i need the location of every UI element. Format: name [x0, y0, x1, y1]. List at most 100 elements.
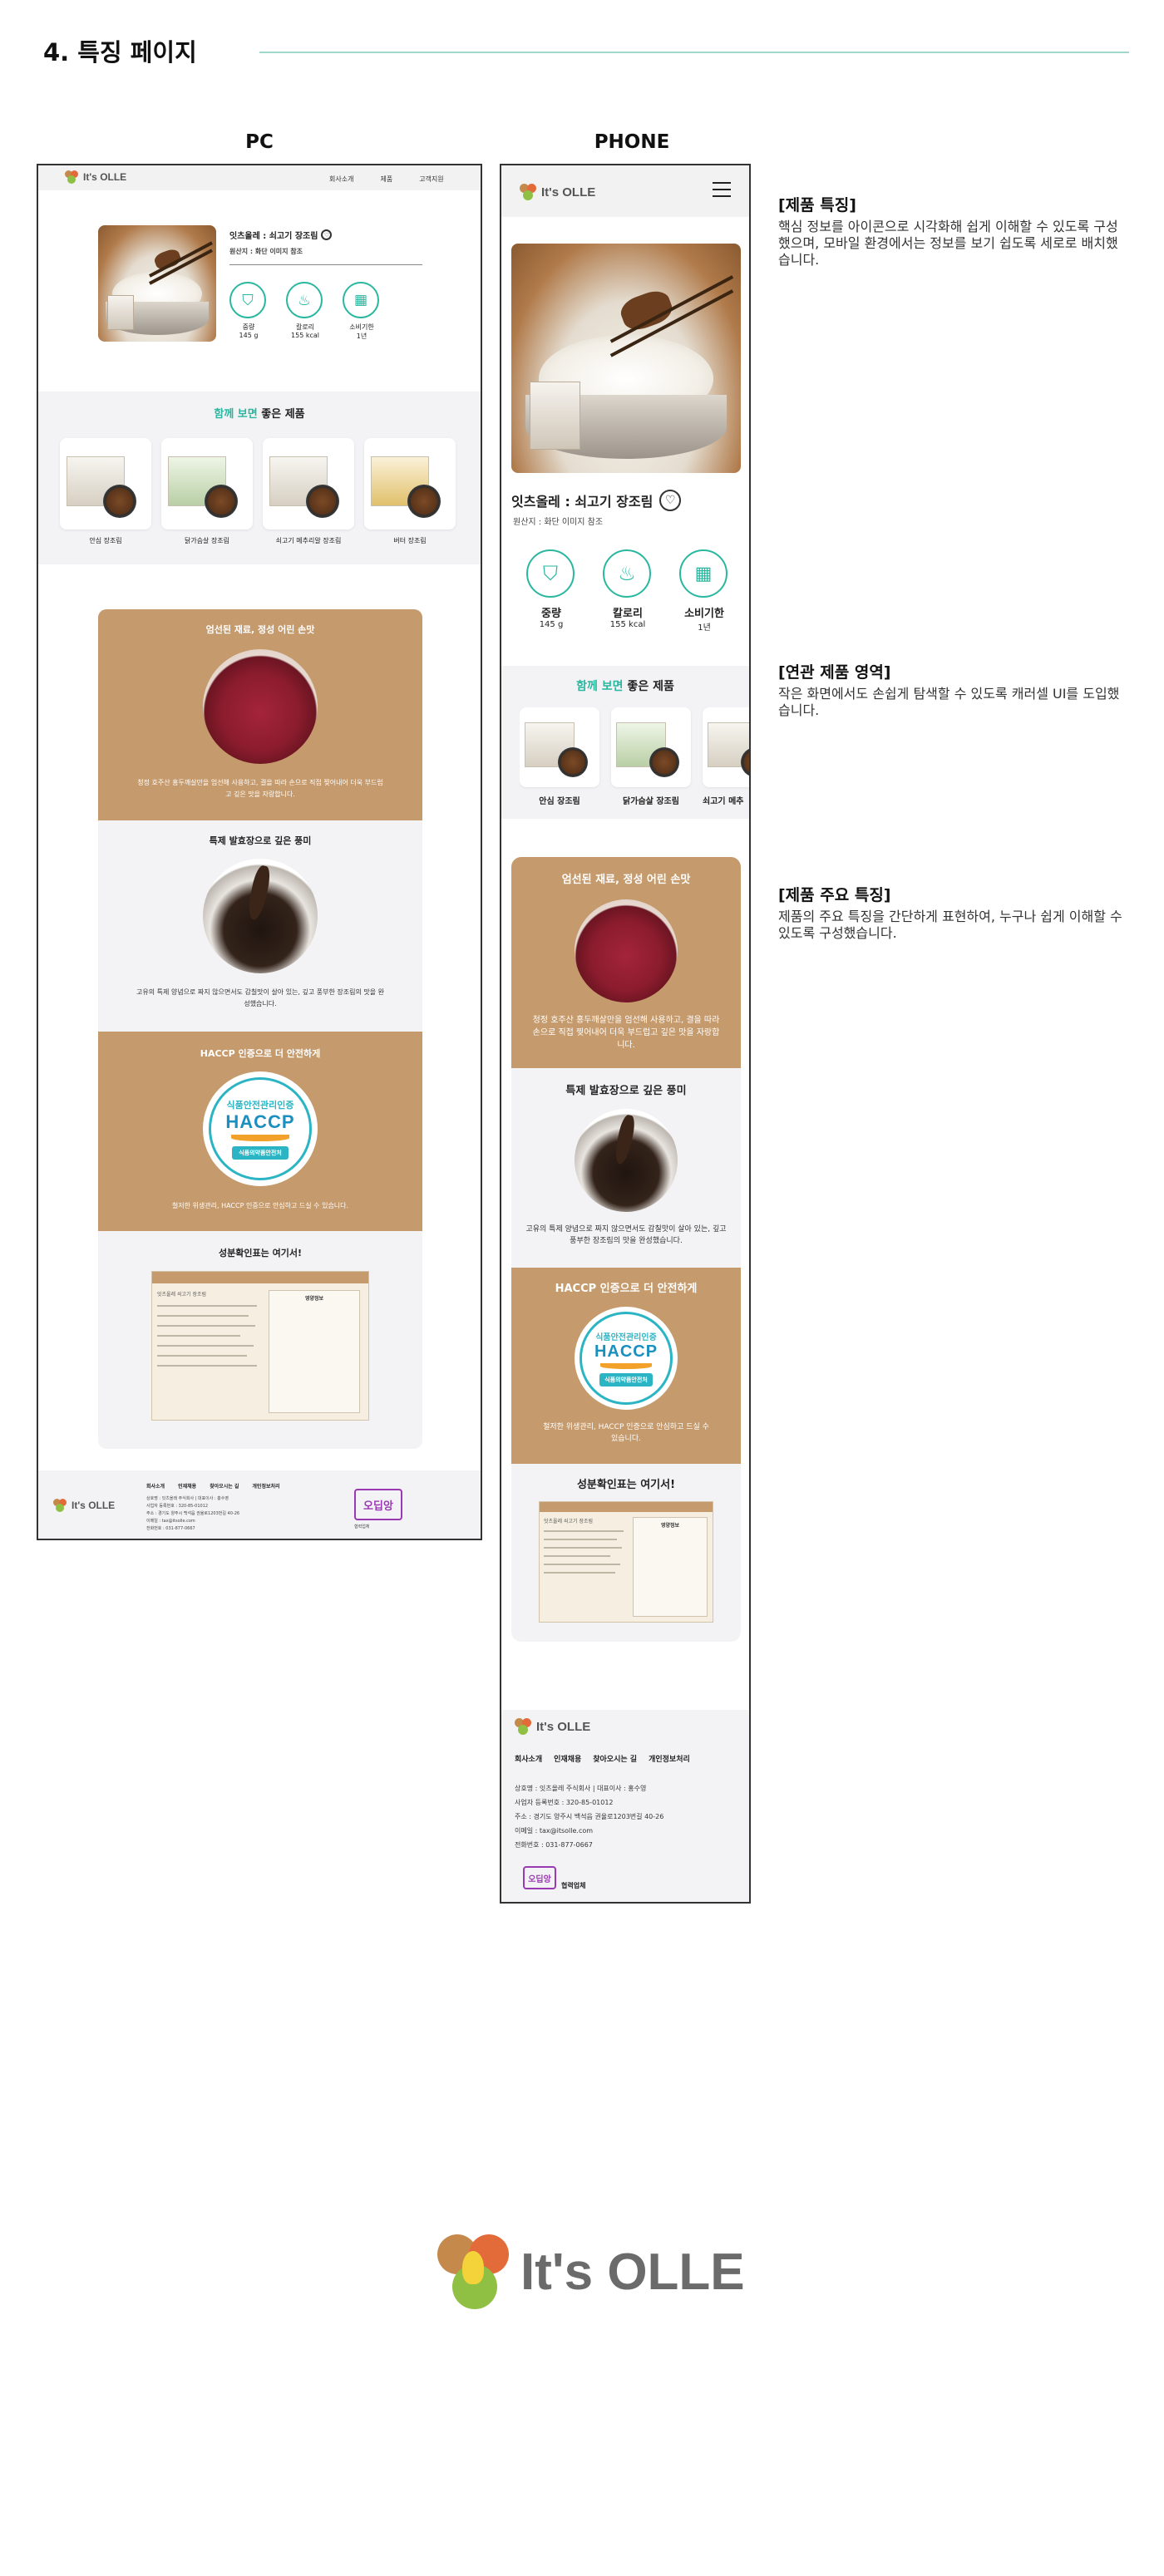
- desc-text: 제품의 주요 특징을 간단하게 표현하여, 누구나 쉽게 이해할 수 있도록 구…: [778, 909, 1122, 941]
- phone-feature-sauce: 특제 발효장으로 깊은 풍미 고유의 특제 양념으로 짜지 않으면서도 감칠맛이…: [511, 1068, 741, 1268]
- phone-related-item[interactable]: 쇠고기 메추: [703, 707, 749, 806]
- pc-nav-item-company[interactable]: 회사소개: [329, 175, 353, 184]
- phone-heart-icon[interactable]: ♡: [659, 490, 682, 511]
- phone-related-item[interactable]: 안심 장조림: [520, 707, 599, 806]
- pc-nav-item-support[interactable]: 고객지원: [419, 175, 443, 184]
- phone-spec-calorie: ♨ 칼로리 155 kcal: [603, 549, 653, 633]
- logo-mark-icon: [437, 2234, 509, 2309]
- phone-footer-link[interactable]: 인재채용: [554, 1753, 581, 1764]
- pc-related-item-label: 안심 장조림: [89, 537, 122, 544]
- bag-icon: ⛉: [526, 549, 575, 598]
- pc-related-item-label: 닭가슴살 장조림: [184, 537, 230, 544]
- pc-feature-text: 철저한 위생관리, HACCP 인증으로 안심하고 드실 수 있습니다.: [171, 1202, 349, 1209]
- pc-feature-ingredients: 엄선된 재료, 정성 어린 손맛 청정 호주산 홍두깨살만을 엄선해 사용하고,…: [98, 609, 422, 820]
- pc-footer-link[interactable]: 인재채용: [178, 1482, 196, 1490]
- pc-heart-icon[interactable]: ♡: [321, 229, 333, 240]
- pc-footer-info-line: 전화번호 : 031-877-0667: [146, 1526, 195, 1531]
- pc-feature-title: 성분확인표는 여기서!: [219, 1248, 302, 1258]
- phone-footer-info-line: 상호명 : 잇츠올레 주식회사 | 대표이사 : 홍수영: [515, 1785, 647, 1792]
- pc-logo[interactable]: It's OLLE: [65, 170, 126, 184]
- phone-related-card[interactable]: [611, 707, 691, 787]
- phone-footer-info: 상호명 : 잇츠올레 주식회사 | 대표이사 : 홍수영 사업자 등록번호 : …: [515, 1781, 663, 1852]
- logo-mark-icon: [53, 1499, 67, 1512]
- pc-related-card[interactable]: [60, 438, 151, 529]
- pc-related-title: 함께 보면 좋은 제품: [38, 405, 481, 421]
- pc-related-item-label: 쇠고기 메추리알 장조림: [275, 537, 342, 544]
- pc-footer-link[interactable]: 회사소개: [146, 1482, 165, 1490]
- pc-footer-links: 회사소개 인재채용 찾아오시는 길 개인정보처리: [146, 1482, 280, 1490]
- phone-feature-text: 고유의 특제 양념으로 짜지 않으면서도 감칠맛이 살아 있는, 깊고 풍부한 …: [525, 1225, 727, 1245]
- pc-related-item[interactable]: 안심 장조림: [60, 438, 151, 545]
- pc-footer-info-line: 주소 : 경기도 양주시 백석읍 권율로1203번길 40-26: [146, 1511, 240, 1516]
- pc-related-item[interactable]: 버터 장조림: [364, 438, 456, 545]
- pc-spec-label: 중량: [242, 323, 255, 331]
- calendar-icon: ▦: [343, 282, 379, 318]
- pc-footer-link[interactable]: 찾아오시는 길: [210, 1482, 239, 1490]
- phone-feature-text: 철저한 위생관리, HACCP 인증으로 안심하고 드실 수 있습니다.: [543, 1423, 709, 1443]
- doc-title: 잇츠올레 쇠고기 장조림: [544, 1519, 594, 1524]
- partner-logo[interactable]: 오딥앙: [523, 1866, 556, 1889]
- pc-product-image: [98, 225, 216, 342]
- phone-related-item[interactable]: 닭가슴살 장조림: [611, 707, 691, 806]
- logo-mark-icon: [520, 184, 536, 200]
- phone-related-item-label: 안심 장조림: [539, 797, 580, 806]
- phone-footer-info-line: 이메일 : tax@itsolle.com: [515, 1827, 594, 1835]
- phone-footer-logo[interactable]: It's OLLE: [515, 1718, 590, 1735]
- phone-spec-weight: ⛉ 중량 145 g: [526, 549, 576, 633]
- phone-logo[interactable]: It's OLLE: [520, 184, 595, 200]
- pc-footer-link[interactable]: 개인정보처리: [252, 1482, 279, 1490]
- phone-related-card[interactable]: [703, 707, 749, 787]
- sauce-photo: [575, 1109, 678, 1212]
- pc-frame: It's OLLE 회사소개 제품 고객지원 잇츠올레 : 쇠고기 장조림 ♡ …: [37, 164, 482, 1540]
- phone-related-carousel[interactable]: 안심 장조림 닭가슴살 장조림 쇠고기 메추: [520, 707, 749, 806]
- pc-column-label: PC: [245, 131, 274, 153]
- doc-panel-title: 영양정보: [660, 1523, 680, 1529]
- pc-footer-logo[interactable]: It's OLLE: [53, 1499, 115, 1512]
- pc-nav-bar: It's OLLE 회사소개 제품 고객지원: [38, 165, 481, 190]
- pc-footer: It's OLLE 회사소개 인재채용 찾아오시는 길 개인정보처리 상호명 :…: [38, 1470, 481, 1539]
- phone-related-title-accent: 함께 보면: [576, 680, 624, 693]
- phone-footer-logo-text: It's OLLE: [536, 1719, 591, 1734]
- phone-spec-value: 155 kcal: [609, 620, 646, 629]
- pc-spec-value: 155 kcal: [291, 332, 319, 339]
- pc-feature-text: 고유의 특제 양념으로 짜지 않으면서도 감칠맛이 살아 있는, 깊고 풍부한 …: [136, 988, 384, 1007]
- phone-product-name: 잇츠올레 : 쇠고기 장조림: [511, 494, 654, 510]
- calendar-icon: ▦: [679, 549, 728, 598]
- phone-feature-title: 엄선된 재료, 정성 어린 손맛: [561, 874, 691, 886]
- pc-footer-info: 상호명 : 잇츠올레 주식회사 | 대표이사 : 홍수영 사업자 등록번호 : …: [146, 1495, 239, 1533]
- pc-related-item[interactable]: 쇠고기 메추리알 장조림: [263, 438, 354, 545]
- desc-block-product-features: [제품 특징] 핵심 정보를 아이콘으로 시각화해 쉽게 이해할 수 있도록 구…: [778, 193, 1127, 268]
- phone-spec-value: 1년: [698, 623, 711, 633]
- phone-related-title: 함께 보면 좋은 제품: [501, 677, 749, 694]
- pc-related-card[interactable]: [364, 438, 456, 529]
- desc-title: [제품 특징]: [778, 196, 856, 214]
- pc-related-item[interactable]: 닭가슴살 장조림: [161, 438, 253, 545]
- bag-icon: ⛉: [229, 282, 266, 318]
- pc-nav-item-products[interactable]: 제품: [380, 175, 392, 184]
- nutrition-label-image[interactable]: 잇츠올레 쇠고기 장조림 영양정보: [539, 1501, 713, 1623]
- beef-photo: [203, 649, 318, 764]
- phone-footer-link[interactable]: 개인정보처리: [649, 1753, 690, 1764]
- pc-logo-text: It's OLLE: [83, 171, 127, 183]
- doc-title: 잇츠올레 쇠고기 장조림: [157, 1292, 207, 1298]
- pc-feature-title: HACCP 인증으로 더 안전하게: [200, 1048, 321, 1059]
- phone-feature-text: 청정 호주산 홍두깨살만을 엄선해 사용하고, 결을 따라 손으로 직접 찢어내…: [532, 1016, 720, 1050]
- phone-feature-title: HACCP 인증으로 더 안전하게: [555, 1283, 698, 1295]
- phone-related-card[interactable]: [520, 707, 599, 787]
- hamburger-menu-icon[interactable]: [713, 182, 731, 197]
- phone-spec-label: 소비기한: [684, 608, 724, 620]
- pc-related-card[interactable]: [263, 438, 354, 529]
- partner-logo[interactable]: 오딥앙: [354, 1489, 402, 1520]
- phone-footer-info-line: 사업자 등록번호 : 320-85-01012: [515, 1799, 614, 1806]
- pc-related-card[interactable]: [161, 438, 253, 529]
- phone-logo-text: It's OLLE: [541, 185, 596, 199]
- pc-product-divider: [229, 264, 422, 265]
- pc-feature-text: 청정 호주산 홍두깨살만을 엄선해 사용하고, 결을 따라 손으로 직접 찢어내…: [137, 779, 383, 798]
- pc-product-name-row: 잇츠올레 : 쇠고기 장조림 ♡: [229, 229, 333, 241]
- phone-footer-link[interactable]: 회사소개: [515, 1753, 542, 1764]
- pc-spec-list: ⛉ 중량 145 g ♨ 칼로리 155 kcal ▦ 소비기한 1년: [229, 282, 381, 341]
- phone-footer-link[interactable]: 찾아오시는 길: [593, 1753, 637, 1764]
- nutrition-label-image[interactable]: 잇츠올레 쇠고기 장조림 영양정보: [151, 1271, 369, 1421]
- pc-feature-title: 엄선된 재료, 정성 어린 손맛: [205, 624, 315, 635]
- pc-spec-label: 칼로리: [295, 323, 315, 331]
